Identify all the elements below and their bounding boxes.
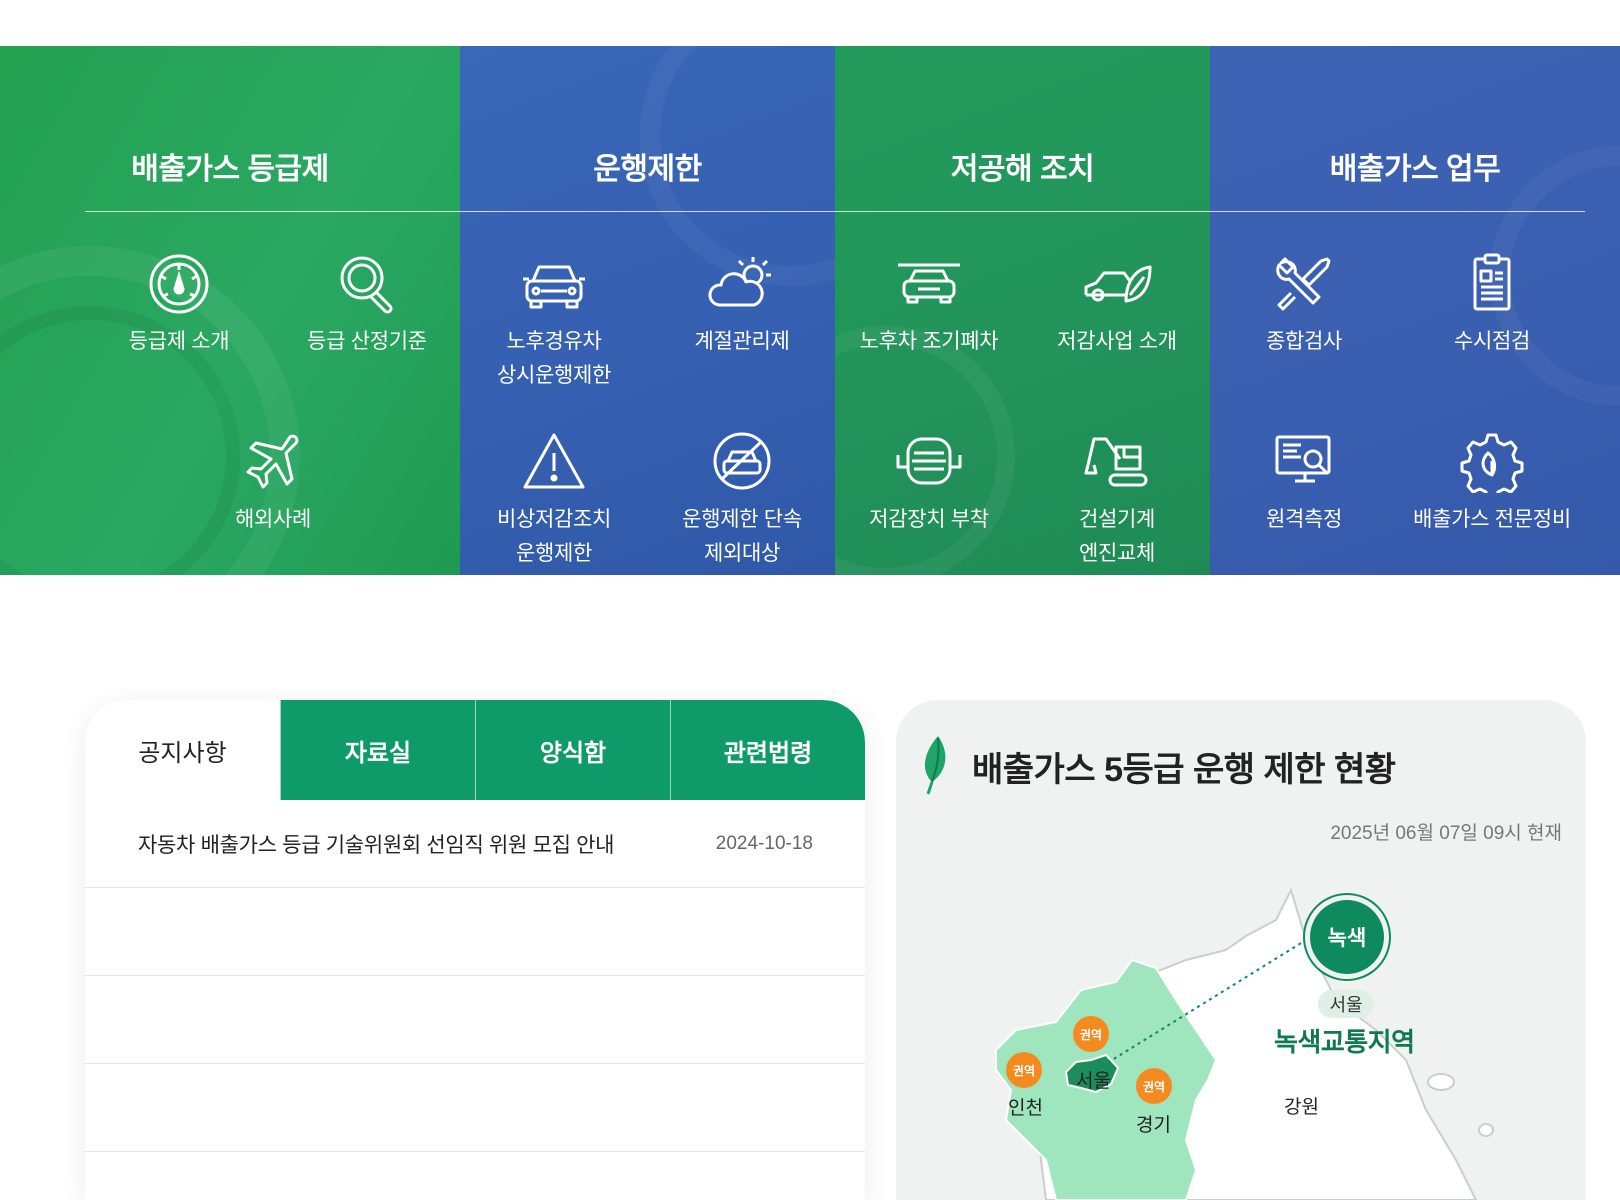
menu-spot-check[interactable]: 수시점검 bbox=[1398, 251, 1586, 359]
menu-comprehensive-inspection[interactable]: 종합검사 bbox=[1210, 251, 1398, 359]
region-badge-gyeonggi: 권역 bbox=[1136, 1068, 1172, 1104]
category-title[interactable]: 저공해 조치 bbox=[835, 144, 1210, 188]
menu-specialized-repair[interactable]: 배출가스 전문정비 bbox=[1398, 429, 1586, 537]
list-item bbox=[85, 1064, 865, 1152]
tab-laws[interactable]: 관련법령 bbox=[670, 700, 865, 800]
list-item bbox=[85, 888, 865, 976]
category-title[interactable]: 운행제한 bbox=[460, 144, 835, 188]
menu-overseas-cases[interactable]: 해외사례 bbox=[179, 429, 367, 537]
region-label-incheon: 인천 bbox=[1008, 1098, 1043, 1119]
excavator-icon bbox=[1082, 429, 1152, 493]
menu-emergency-reduction[interactable]: 비상저감조치 운행제한 bbox=[460, 429, 648, 571]
restriction-status-card: 배출가스 5등급 운행 제한 현황 2025년 06월 07일 09시 현재 권… bbox=[896, 700, 1586, 1200]
eco-car-icon bbox=[1082, 251, 1152, 315]
tab-archive[interactable]: 자료실 bbox=[280, 700, 475, 800]
category-low-emission: 저공해 조치 노후차 조기폐차 저감사업 소개 저감장치 부착 건설기계 엔진교… bbox=[835, 46, 1210, 575]
warning-icon bbox=[519, 429, 589, 493]
green-zone-label: 녹색교통지역 bbox=[1274, 1027, 1415, 1057]
region-label-seoul: 서울 bbox=[1076, 1071, 1111, 1092]
category-title[interactable]: 배출가스 업무 bbox=[1210, 144, 1620, 188]
menu-reduction-project[interactable]: 저감사업 소개 bbox=[1023, 251, 1210, 359]
region-label-gyeonggi: 경기 bbox=[1136, 1115, 1171, 1136]
list-item bbox=[85, 976, 865, 1064]
magnifier-icon bbox=[332, 251, 402, 315]
gear-leaf-icon bbox=[1457, 429, 1527, 501]
car-icon bbox=[519, 251, 589, 315]
list-item[interactable]: 자동차 배출가스 등급 기술위원회 선임직 위원 모집 안내 2024-10-1… bbox=[85, 800, 865, 888]
tab-notice[interactable]: 공지사항 bbox=[85, 700, 280, 800]
clipboard-icon bbox=[1457, 251, 1527, 315]
scrap-car-icon bbox=[894, 251, 964, 315]
category-emission-work: 배출가스 업무 종합검사 수시점검 원격측정 배출가스 전문정비 bbox=[1210, 46, 1620, 575]
menu-engine-replacement[interactable]: 건설기계 엔진교체 bbox=[1023, 429, 1210, 571]
cloud-sun-icon bbox=[707, 251, 777, 315]
board-tabs: 공지사항 자료실 양식함 관련법령 bbox=[85, 700, 865, 800]
notice-board: 공지사항 자료실 양식함 관련법령 자동차 배출가스 등급 기술위원회 선임직 … bbox=[85, 700, 865, 1200]
menu-grade-criteria[interactable]: 등급 산정기준 bbox=[273, 251, 460, 359]
menu-exemption[interactable]: 운행제한 단속 제외대상 bbox=[648, 429, 835, 571]
region-label-gangwon: 강원 bbox=[1284, 1097, 1319, 1118]
tools-icon bbox=[1269, 251, 1339, 315]
notice-title[interactable]: 자동차 배출가스 등급 기술위원회 선임직 위원 모집 안내 bbox=[138, 829, 716, 859]
gauge-icon bbox=[144, 251, 214, 315]
region-badge-seoul-area: 권역 bbox=[1073, 1016, 1109, 1052]
category-title[interactable]: 배출가스 등급제 bbox=[0, 144, 460, 188]
category-operation-restriction: 운행제한 노후경유차 상시운행제한 계절관리제 비상저감조치 운행제한 운행제한… bbox=[460, 46, 835, 575]
menu-early-scrap[interactable]: 노후차 조기폐차 bbox=[835, 251, 1023, 359]
notice-list: 자동차 배출가스 등급 기술위원회 선임직 위원 모집 안내 2024-10-1… bbox=[85, 800, 865, 1152]
menu-seasonal-management[interactable]: 계절관리제 bbox=[648, 251, 835, 359]
filter-device-icon bbox=[894, 429, 964, 493]
seoul-pill: 서울 bbox=[1318, 990, 1374, 1018]
airplane-icon bbox=[238, 429, 308, 493]
menu-grade-intro[interactable]: 등급제 소개 bbox=[85, 251, 273, 359]
menu-reduction-device[interactable]: 저감장치 부착 bbox=[835, 429, 1023, 537]
green-zone-badge[interactable]: 녹색 bbox=[1310, 900, 1384, 974]
metro-map bbox=[995, 887, 1494, 1200]
region-badge-incheon: 권역 bbox=[1006, 1052, 1042, 1088]
monitor-search-icon bbox=[1269, 429, 1339, 493]
category-band: 배출가스 등급제 등급제 소개 등급 산정기준 해외사례 운행제한 노후경유차 … bbox=[0, 46, 1620, 575]
notice-date: 2024-10-18 bbox=[715, 832, 813, 854]
tab-forms[interactable]: 양식함 bbox=[475, 700, 670, 800]
category-emission-grade: 배출가스 등급제 등급제 소개 등급 산정기준 해외사례 bbox=[0, 46, 460, 575]
menu-remote-measurement[interactable]: 원격측정 bbox=[1210, 429, 1398, 537]
no-car-icon bbox=[707, 429, 777, 493]
menu-old-diesel-restriction[interactable]: 노후경유차 상시운행제한 bbox=[460, 251, 648, 393]
